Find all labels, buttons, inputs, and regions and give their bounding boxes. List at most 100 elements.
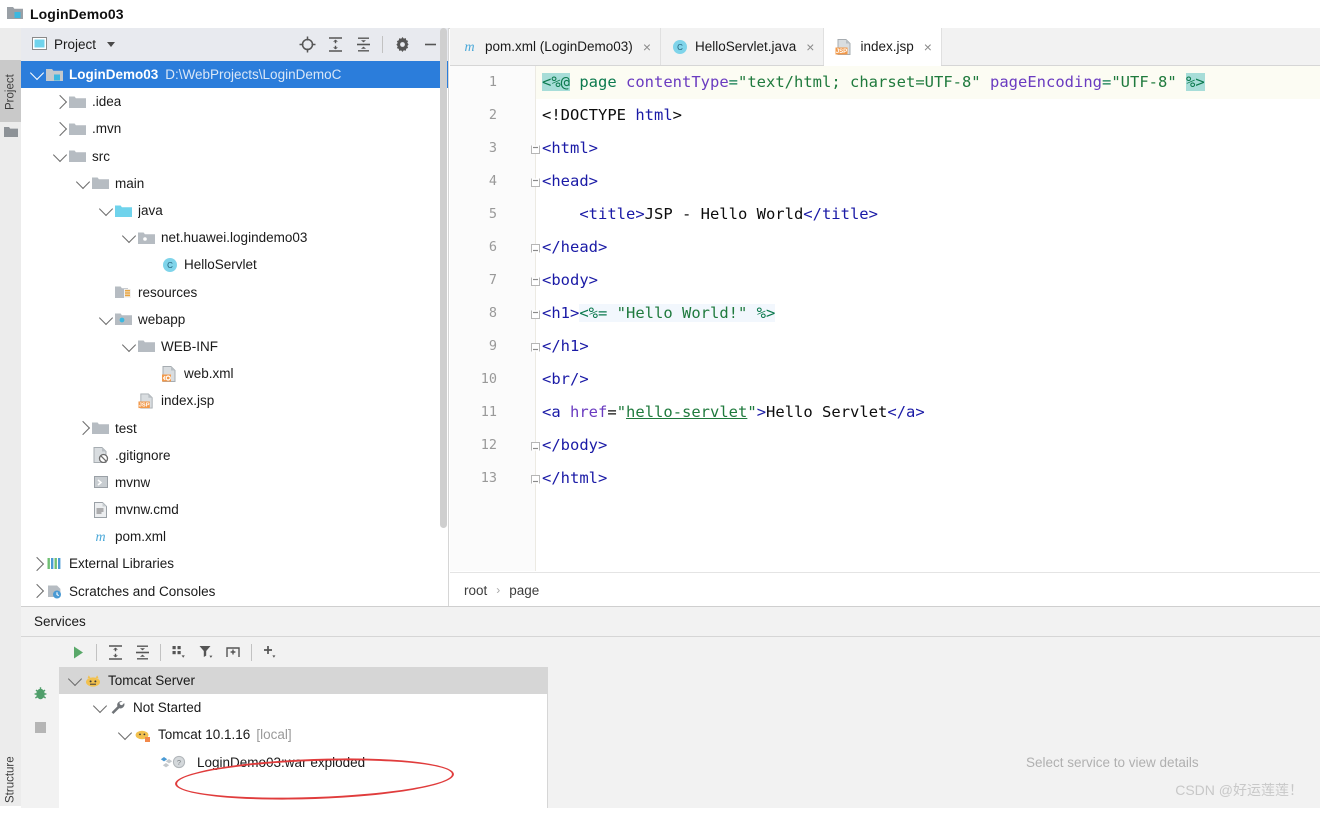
chevron-down-icon[interactable] (98, 310, 113, 326)
folder-icon (92, 421, 109, 435)
code-line[interactable]: </head> (536, 231, 1320, 264)
project-tree-label: resources (138, 284, 198, 300)
services-side-strip (21, 637, 59, 808)
chevron-right-icon[interactable] (52, 121, 67, 137)
code-line[interactable]: </body> (536, 429, 1320, 462)
project-tree-row[interactable]: LoginDemo03 D:\WebProjects\LoginDemoC (21, 61, 449, 89)
wrench-icon (109, 700, 127, 715)
chevron-down-icon[interactable] (29, 66, 44, 81)
expand-all-icon[interactable] (322, 33, 348, 57)
breadcrumb-item[interactable]: root (464, 583, 487, 598)
code-line[interactable]: </h1> (536, 330, 1320, 363)
project-tree-row[interactable]: .idea (21, 88, 449, 115)
collapse-all-icon[interactable] (350, 33, 376, 57)
editor-tab[interactable]: JSP index.jsp × (824, 28, 942, 66)
project-tree[interactable]: LoginDemo03 D:\WebProjects\LoginDemoC .ide… (21, 61, 449, 606)
editor-tab-bar: m pom.xml (LoginDemo03) × C HelloServlet.jav… (450, 28, 1320, 66)
project-tree-label: Scratches and Consoles (69, 583, 216, 599)
editor-area: m pom.xml (LoginDemo03) × C HelloServlet.jav… (450, 28, 1320, 607)
editor-tab[interactable]: C HelloServlet.java × (661, 28, 825, 65)
add-icon[interactable] (257, 640, 283, 664)
svg-text:m: m (464, 40, 474, 54)
editor-tab[interactable]: m pom.xml (LoginDemo03) × (450, 28, 661, 65)
group-by-icon[interactable] (166, 640, 192, 664)
project-view-selector[interactable]: Project (27, 35, 120, 55)
chevron-down-icon[interactable] (67, 672, 82, 687)
chevron-down-icon[interactable] (92, 699, 107, 714)
project-tree-row[interactable]: .mvn (21, 115, 449, 142)
chevron-down-icon[interactable] (121, 337, 136, 353)
project-tree-row[interactable]: webapp (21, 306, 449, 333)
tool-tab-project[interactable]: Project (0, 60, 21, 122)
close-icon[interactable]: × (924, 40, 932, 54)
project-tree-row[interactable]: WEB-INF (21, 333, 449, 360)
gear-icon[interactable] (389, 33, 415, 57)
show-tabs-icon[interactable] (220, 640, 246, 664)
chevron-down-icon[interactable] (98, 201, 113, 217)
expand-all-icon[interactable] (102, 640, 128, 664)
run-icon[interactable] (65, 640, 91, 664)
debug-bug-icon[interactable] (30, 683, 50, 703)
chevron-right-icon[interactable] (52, 94, 67, 109)
code-line[interactable]: <br/> (536, 363, 1320, 396)
filter-icon[interactable] (193, 640, 219, 664)
code-line[interactable]: <head> (536, 165, 1320, 198)
code-line[interactable]: <%@ page contentType="text/html; charset… (536, 66, 1320, 99)
project-tree-row[interactable]: External Libraries (21, 550, 449, 577)
code-editor[interactable]: 1 2 3 4 5 6 7 8 9 10 11 12 13 <%@ page contentType="… (450, 66, 1320, 607)
close-icon[interactable]: × (806, 40, 814, 54)
breadcrumb-item[interactable]: page (509, 583, 539, 598)
chevron-right-icon[interactable] (75, 420, 90, 436)
project-tool-window: Project LoginDemo03 D:\WebProjects\Login… (21, 28, 449, 606)
collapse-all-icon[interactable] (129, 640, 155, 664)
project-tree-row[interactable]: java (21, 197, 449, 224)
code-line[interactable]: <html> (536, 132, 1320, 165)
project-tree-row[interactable]: web.xml (21, 360, 449, 387)
project-tree-row[interactable]: net.huawei.logindemo03 (21, 224, 449, 251)
toolbar-separator (251, 643, 252, 661)
chevron-down-icon[interactable] (75, 174, 90, 190)
project-tree-row[interactable]: JSP index.jsp (21, 387, 449, 414)
folder-icon (69, 149, 86, 163)
project-tree-label: net.huawei.logindemo03 (161, 230, 308, 246)
chevron-down-icon[interactable] (107, 42, 116, 47)
project-tree-row[interactable]: Scratches and Consoles (21, 578, 449, 605)
code-line[interactable]: <title>JSP - Hello World</title> (536, 198, 1320, 231)
project-tree-row[interactable]: resources (21, 279, 449, 306)
services-tree-row[interactable]: Tomcat Server (59, 667, 547, 695)
project-tree-label: .idea (92, 94, 122, 110)
code-line[interactable]: <h1><%= "Hello World!" %> (536, 297, 1320, 330)
stop-icon[interactable] (30, 717, 50, 737)
services-tree-row[interactable]: ? LoginDemo03:war exploded (59, 749, 547, 776)
services-empty-message: Select service to view details (1026, 755, 1199, 770)
services-tree-row[interactable]: Not Started (59, 694, 547, 721)
code-line[interactable]: <!DOCTYPE html> (536, 99, 1320, 132)
code-line[interactable]: </html> (536, 462, 1320, 495)
project-tree-row[interactable]: test (21, 414, 449, 441)
chevron-down-icon[interactable] (52, 147, 67, 163)
chevron-down-icon[interactable] (117, 726, 132, 741)
locate-icon[interactable] (294, 33, 320, 57)
code-line[interactable]: <a href="hello-servlet">Hello Servlet</a… (536, 396, 1320, 429)
services-tree[interactable]: Tomcat Server Not Started Tomcat 10.1.16 [l… (59, 667, 548, 808)
code-line[interactable]: <body> (536, 264, 1320, 297)
project-tree-row[interactable]: mvnw (21, 469, 449, 496)
editor-gutter[interactable]: 1 2 3 4 5 6 7 8 9 10 11 12 13 (450, 66, 540, 571)
services-tree-row[interactable]: Tomcat 10.1.16 [local] (59, 721, 547, 748)
chevron-right-icon[interactable] (29, 584, 44, 599)
project-tree-row[interactable]: src (21, 143, 449, 170)
project-tree-row[interactable]: C HelloServlet (21, 251, 449, 278)
project-tree-row[interactable]: main (21, 170, 449, 197)
close-icon[interactable]: × (643, 40, 651, 54)
project-tree-row[interactable]: mvnw.cmd (21, 496, 449, 523)
editor-code[interactable]: <%@ page contentType="text/html; charset… (536, 66, 1320, 495)
chevron-down-icon[interactable] (121, 229, 136, 244)
project-tree-scrollbar[interactable] (439, 28, 448, 573)
project-tree-row[interactable]: m pom.xml (21, 523, 449, 550)
java-class-icon: C (161, 257, 178, 273)
project-tree-row[interactable]: .gitignore (21, 442, 449, 469)
chevron-right-icon[interactable] (29, 556, 44, 572)
project-editor-divider[interactable] (448, 28, 449, 606)
toolbar-separator (96, 643, 97, 661)
